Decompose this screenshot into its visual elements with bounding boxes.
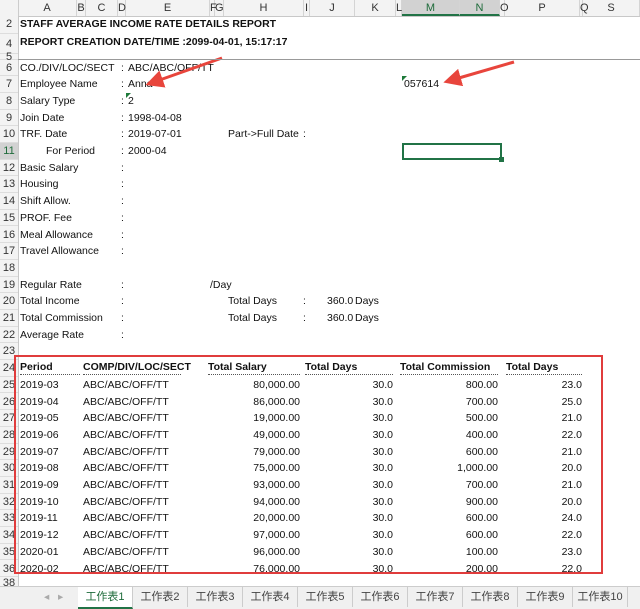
sheet-tab-9[interactable]: 工作表9 <box>518 587 573 607</box>
scroll-left-icon[interactable]: ◂ <box>44 591 49 603</box>
sheet-tab-1[interactable]: 工作表1 <box>78 587 133 609</box>
sheet-tab-2[interactable]: 工作表2 <box>133 587 188 607</box>
sheet-tab-7[interactable]: 工作表7 <box>408 587 463 607</box>
annotation-arrows <box>145 56 515 88</box>
arrow-icon <box>145 56 223 88</box>
sheet-tab-10[interactable]: 工作表10 <box>573 587 628 607</box>
sheet-tab-3[interactable]: 工作表3 <box>188 587 243 607</box>
sheet-tab-8[interactable]: 工作表8 <box>463 587 518 607</box>
sheet-tab-4[interactable]: 工作表4 <box>243 587 298 607</box>
sheet-tabs: ◂ ▸ 工作表1 工作表2 工作表3 工作表4 工作表5 工作表6 工作表7 工作表8 工作表9… <box>0 586 640 609</box>
arrow-icon <box>443 60 515 87</box>
divider <box>18 58 640 60</box>
sheet-tab-6[interactable]: 工作表6 <box>353 587 408 607</box>
sheet-tab-5[interactable]: 工作表5 <box>298 587 353 607</box>
scroll-right-icon[interactable]: ▸ <box>58 591 63 603</box>
